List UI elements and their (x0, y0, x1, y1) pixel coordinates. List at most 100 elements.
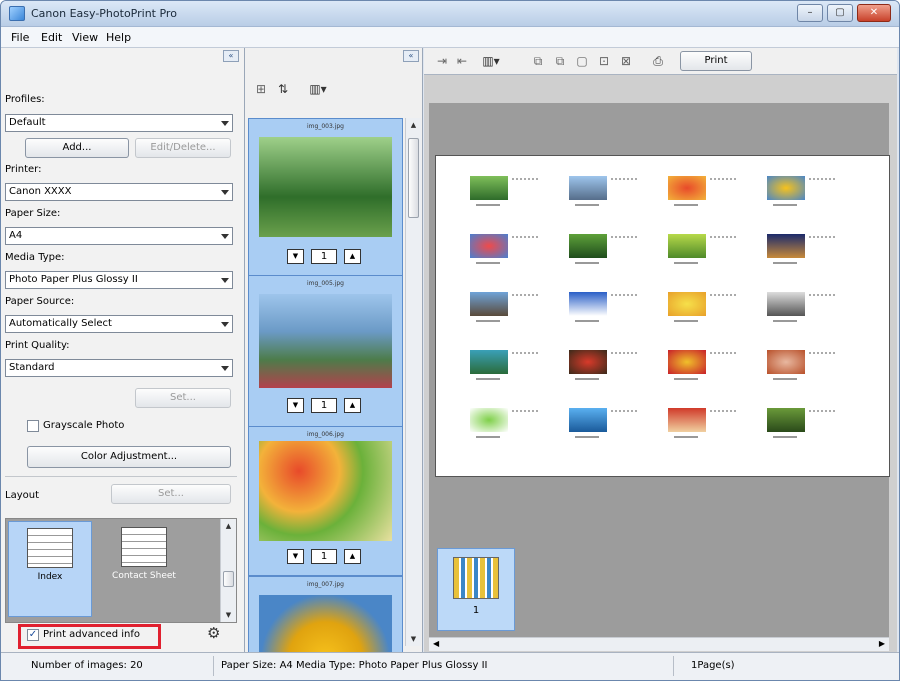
media-type-select[interactable]: Photo Paper Plus Glossy II (5, 271, 233, 289)
settings-pane: « Profiles: Default Add... Edit/Delete..… (1, 48, 245, 652)
frame-icon[interactable]: ▢ (574, 53, 590, 69)
photo-caption (773, 378, 797, 380)
photo-caption (674, 204, 698, 206)
index-photo-tile[interactable] (470, 176, 508, 200)
grayscale-checkbox[interactable] (27, 420, 39, 432)
paper-source-select[interactable]: Automatically Select (5, 315, 233, 333)
settings-gear-icon[interactable]: ⚙ (207, 624, 220, 642)
rotate-icon[interactable]: ⇥ (434, 53, 450, 69)
menu-view[interactable]: View (72, 31, 98, 44)
view-mode-icon[interactable]: ▥▾ (305, 81, 331, 97)
scroll-left-icon[interactable]: ◀ (433, 639, 439, 648)
maximize-button[interactable]: ▢ (827, 4, 853, 22)
scroll-thumb[interactable] (223, 571, 234, 587)
index-photo-tile[interactable] (767, 292, 805, 316)
index-photo-tile[interactable] (470, 350, 508, 374)
print-quality-select[interactable]: Standard (5, 359, 233, 377)
paper-source-label: Paper Source: (5, 296, 75, 307)
print-settings-icon[interactable]: ⎙ (650, 53, 666, 69)
window-title: Canon Easy-PhotoPrint Pro (31, 7, 177, 20)
photo-caption (575, 378, 599, 380)
photo-caption (575, 262, 599, 264)
layout-scrollbar[interactable]: ▲ ▼ (220, 519, 236, 622)
select-all-icon[interactable]: ⊞ (253, 81, 269, 97)
layout-index[interactable]: Index (8, 521, 92, 617)
grid-view-icon[interactable]: ▥▾ (478, 53, 504, 69)
profiles-select[interactable]: Default (5, 114, 233, 132)
scroll-thumb[interactable] (408, 138, 419, 218)
scroll-down-icon[interactable]: ▼ (221, 608, 236, 622)
index-photo-tile[interactable] (569, 408, 607, 432)
image-thumbnail[interactable] (259, 294, 392, 388)
printer-select[interactable]: Canon XXXX (5, 183, 233, 201)
image-filename: img_005.jpg (307, 280, 344, 287)
text-icon[interactable]: ⊠ (618, 53, 634, 69)
image-scrollbar[interactable]: ▲ ▼ (405, 118, 421, 646)
scroll-down-icon[interactable]: ▼ (406, 632, 421, 646)
index-photo-tile[interactable] (668, 350, 706, 374)
quality-set-button[interactable]: Set... (135, 388, 231, 408)
index-photo-tile[interactable] (668, 176, 706, 200)
index-photo-tile[interactable] (767, 176, 805, 200)
color-adjustment-button[interactable]: Color Adjustment... (27, 446, 231, 468)
image-card[interactable]: img_006.jpg ▼ 1 ▲ (248, 426, 403, 576)
paste-icon[interactable]: ⧉ (552, 53, 568, 69)
decrement-icon[interactable]: ▼ (287, 249, 304, 264)
scroll-up-icon[interactable]: ▲ (221, 519, 236, 533)
index-photo-tile[interactable] (470, 234, 508, 258)
page-mini-preview (453, 557, 499, 599)
collapse-left-button[interactable]: « (223, 50, 239, 62)
add-profile-button[interactable]: Add... (25, 138, 129, 158)
photo-info-text (611, 352, 639, 354)
close-button[interactable]: ✕ (857, 4, 891, 22)
image-card[interactable]: img_005.jpg ▼ 1 ▲ (248, 275, 403, 427)
page-strip-scrollbar[interactable]: ◀ ▶ (429, 637, 889, 651)
index-photo-tile[interactable] (767, 350, 805, 374)
index-photo-tile[interactable] (470, 292, 508, 316)
menu-file[interactable]: File (11, 31, 29, 44)
decrement-icon[interactable]: ▼ (287, 549, 304, 564)
index-photo-tile[interactable] (569, 350, 607, 374)
image-card[interactable]: img_003.jpg ▼ 1 ▲ (248, 118, 403, 278)
decrement-icon[interactable]: ▼ (287, 398, 304, 413)
index-photo-tile[interactable] (767, 408, 805, 432)
menu-help[interactable]: Help (106, 31, 131, 44)
menu-edit[interactable]: Edit (41, 31, 62, 44)
page-thumbnail[interactable]: 1 (437, 548, 515, 631)
index-photo-tile[interactable] (569, 234, 607, 258)
quantity-value[interactable]: 1 (311, 249, 337, 264)
increment-icon[interactable]: ▲ (344, 398, 361, 413)
quantity-value[interactable]: 1 (311, 398, 337, 413)
copy-icon[interactable]: ⧉ (530, 53, 546, 69)
index-photo-tile[interactable] (668, 408, 706, 432)
paper-size-select[interactable]: A4 (5, 227, 233, 245)
image-thumbnail[interactable] (259, 137, 392, 237)
image-thumbnail[interactable] (259, 441, 392, 541)
scroll-up-icon[interactable]: ▲ (406, 118, 421, 132)
fit-icon[interactable]: ⇤ (454, 53, 470, 69)
index-photo-tile[interactable] (569, 176, 607, 200)
index-photo-tile[interactable] (470, 408, 508, 432)
index-photo-tile[interactable] (767, 234, 805, 258)
layout-contact-sheet[interactable]: Contact Sheet (102, 521, 186, 617)
scroll-right-icon[interactable]: ▶ (879, 639, 885, 648)
media-type-label: Media Type: (5, 252, 65, 263)
sort-icon[interactable]: ⇅ (275, 81, 291, 97)
menu-bar: File Edit View Help (1, 27, 899, 48)
print-button[interactable]: Print (680, 51, 752, 71)
index-photo-tile[interactable] (569, 292, 607, 316)
app-window: Canon Easy-PhotoPrint Pro – ▢ ✕ File Edi… (0, 0, 900, 681)
index-photo-tile[interactable] (668, 292, 706, 316)
quantity-value[interactable]: 1 (311, 549, 337, 564)
collapse-middle-button[interactable]: « (403, 50, 419, 62)
index-photo-tile[interactable] (668, 234, 706, 258)
photo-info-text (809, 410, 837, 412)
chevron-down-icon (221, 190, 229, 195)
crop-icon[interactable]: ⊡ (596, 53, 612, 69)
chevron-down-icon (221, 322, 229, 327)
increment-icon[interactable]: ▲ (344, 249, 361, 264)
increment-icon[interactable]: ▲ (344, 549, 361, 564)
minimize-button[interactable]: – (797, 4, 823, 22)
layout-set-button[interactable]: Set... (111, 484, 231, 504)
edit-delete-profile-button[interactable]: Edit/Delete... (135, 138, 231, 158)
